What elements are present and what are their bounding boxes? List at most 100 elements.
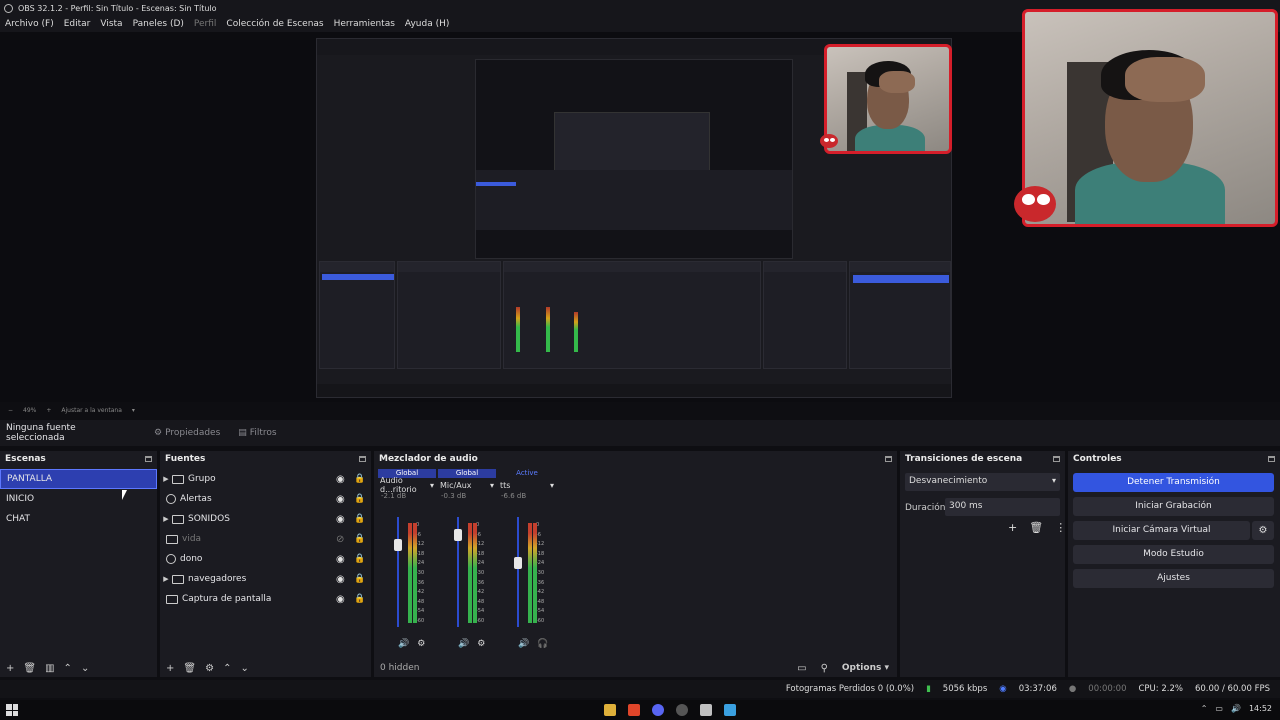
volume-slider-handle[interactable] xyxy=(454,529,462,541)
stop-stream-button[interactable]: Detener Transmisión xyxy=(1073,473,1274,492)
undock-icon[interactable] xyxy=(359,456,366,462)
file-explorer-icon[interactable] xyxy=(604,704,616,716)
zoom-in-button[interactable]: + xyxy=(46,407,51,414)
network-icon[interactable]: ▭ xyxy=(1215,704,1223,713)
trash-icon[interactable]: 🗑 xyxy=(1029,521,1043,534)
undock-icon[interactable] xyxy=(145,456,152,462)
chevron-up-icon[interactable]: ⌃ xyxy=(1201,704,1208,713)
scene-item-pantalla[interactable]: PANTALLA xyxy=(0,469,157,489)
level-meter xyxy=(473,523,477,623)
scene-item-chat[interactable]: CHAT xyxy=(0,509,157,529)
trash-icon[interactable]: 🗑 xyxy=(23,663,36,674)
menu-ayuda[interactable]: Ayuda (H) xyxy=(405,19,449,29)
volume-slider[interactable] xyxy=(517,517,519,627)
obs-taskbar-icon[interactable] xyxy=(676,704,688,716)
add-icon[interactable]: + xyxy=(1008,521,1017,534)
volume-icon[interactable]: 🔊 xyxy=(458,639,469,649)
eye-icon[interactable]: ◉ xyxy=(336,594,345,605)
mixer-channel: Active tts ▾ -6.6 dB 0 -6 -12 -18 -24 -30 -36 -42 -4… xyxy=(498,469,556,659)
more-icon[interactable]: ⋮ xyxy=(1055,521,1066,534)
menu-coleccion[interactable]: Colección de Escenas xyxy=(226,19,323,29)
expand-arrow-icon[interactable]: ▶ xyxy=(160,575,172,583)
chevron-down-icon[interactable]: ⌄ xyxy=(240,663,248,674)
filter-icon[interactable]: ▥ xyxy=(45,663,54,674)
lock-icon[interactable]: 🔒 xyxy=(354,554,365,564)
volume-icon[interactable]: 🔊 xyxy=(1231,704,1241,713)
brave-browser-icon[interactable] xyxy=(628,704,640,716)
app-icon-2[interactable] xyxy=(724,704,736,716)
trash-icon[interactable]: 🗑 xyxy=(183,663,196,674)
expand-arrow-icon[interactable]: ▶ xyxy=(160,515,172,523)
controls-title: Controles xyxy=(1073,454,1122,464)
lock-icon[interactable]: 🔒 xyxy=(354,534,365,544)
zoom-fit-select[interactable]: Ajustar a la ventana xyxy=(61,407,122,414)
lock-icon[interactable]: 🔒 xyxy=(354,594,365,604)
volume-slider[interactable] xyxy=(397,517,399,627)
lock-icon[interactable]: 🔒 xyxy=(354,514,365,524)
undock-icon[interactable] xyxy=(1053,456,1060,462)
expand-arrow-icon[interactable]: ▶ xyxy=(160,475,172,483)
source-item[interactable]: ▶ Grupo ◉ 🔒 xyxy=(160,469,371,489)
layout-icon[interactable]: ▭ xyxy=(797,663,806,674)
channel-name-select[interactable]: Audio d...ritorio ▾ xyxy=(378,476,436,494)
duration-input[interactable]: 300 ms xyxy=(945,498,1060,516)
lock-icon[interactable]: 🔒 xyxy=(354,574,365,584)
chevron-down-icon[interactable]: ▾ xyxy=(132,407,135,414)
chevron-up-icon[interactable]: ⌃ xyxy=(223,663,231,674)
studio-mode-button[interactable]: Modo Estudio xyxy=(1073,545,1274,564)
discord-icon[interactable] xyxy=(652,704,664,716)
properties-button[interactable]: ⚙ Propiedades xyxy=(154,428,220,438)
windows-start-icon[interactable] xyxy=(6,704,18,716)
meter-tick: -12 xyxy=(476,541,485,548)
volume-slider-handle[interactable] xyxy=(514,557,522,569)
volume-icon[interactable]: 🔊 xyxy=(398,639,409,649)
source-item[interactable]: Alertas ◉ 🔒 xyxy=(160,489,371,509)
menu-vista[interactable]: Vista xyxy=(100,19,122,29)
source-item[interactable]: Captura de pantalla ◉ 🔒 xyxy=(160,589,371,609)
virtual-camera-settings-icon[interactable]: ⚙ xyxy=(1252,521,1274,540)
lock-icon[interactable]: 🔒 xyxy=(354,474,365,484)
eye-icon[interactable]: ◉ xyxy=(336,554,345,565)
zoom-out-button[interactable]: − xyxy=(8,407,13,414)
gear-icon[interactable]: ⚙ xyxy=(205,663,214,674)
app-icon[interactable] xyxy=(700,704,712,716)
eye-hidden-icon[interactable]: ⊘ xyxy=(336,534,344,545)
chevron-down-icon[interactable]: ⌄ xyxy=(81,663,89,674)
chevron-up-icon[interactable]: ⌃ xyxy=(64,663,72,674)
undock-icon[interactable] xyxy=(885,456,892,462)
menu-archivo[interactable]: Archivo (F) xyxy=(5,19,54,29)
undock-icon[interactable] xyxy=(1268,456,1275,462)
headphones-icon[interactable]: 🎧 xyxy=(537,639,548,649)
transition-select[interactable]: Desvanecimiento ▾ xyxy=(905,473,1060,491)
channel-name-select[interactable]: Mic/Aux ▾ xyxy=(438,478,496,492)
clock[interactable]: 14:52 xyxy=(1249,704,1272,713)
add-icon[interactable]: + xyxy=(166,663,174,674)
source-label: navegadores xyxy=(188,574,247,584)
start-recording-button[interactable]: Iniciar Grabación xyxy=(1073,497,1274,516)
settings-button[interactable]: Ajustes xyxy=(1073,569,1274,588)
menu-editar[interactable]: Editar xyxy=(64,19,91,29)
source-item[interactable]: ▶ SONIDOS ◉ 🔒 xyxy=(160,509,371,529)
menu-perfil[interactable]: Perfil xyxy=(194,19,217,29)
source-item[interactable]: dono ◉ 🔒 xyxy=(160,549,371,569)
add-icon[interactable]: + xyxy=(6,663,14,674)
filters-button[interactable]: ▤ Filtros xyxy=(238,428,276,438)
scene-item-inicio[interactable]: INICIO xyxy=(0,489,157,509)
source-item[interactable]: ▶ navegadores ◉ 🔒 xyxy=(160,569,371,589)
eye-icon[interactable]: ◉ xyxy=(336,494,345,505)
monitor-icon[interactable]: ⚙ xyxy=(477,639,485,649)
eye-icon[interactable]: ◉ xyxy=(336,514,345,525)
menu-paneles[interactable]: Paneles (D) xyxy=(133,19,184,29)
menu-herramientas[interactable]: Herramientas xyxy=(334,19,395,29)
source-item[interactable]: vida ⊘ 🔒 xyxy=(160,529,371,549)
monitor-icon[interactable]: ⚙ xyxy=(417,639,425,649)
eye-icon[interactable]: ◉ xyxy=(336,574,345,585)
eye-icon[interactable]: ◉ xyxy=(336,474,345,485)
virtual-camera-button[interactable]: Iniciar Cámara Virtual xyxy=(1073,521,1250,540)
lock-icon[interactable]: 🔒 xyxy=(354,494,365,504)
channel-name-select[interactable]: tts ▾ xyxy=(498,478,556,492)
link-icon[interactable]: ⚲ xyxy=(821,663,828,674)
volume-slider-handle[interactable] xyxy=(394,539,402,551)
options-button[interactable]: Options ▾ xyxy=(842,663,889,673)
volume-icon[interactable]: 🔊 xyxy=(518,639,529,649)
